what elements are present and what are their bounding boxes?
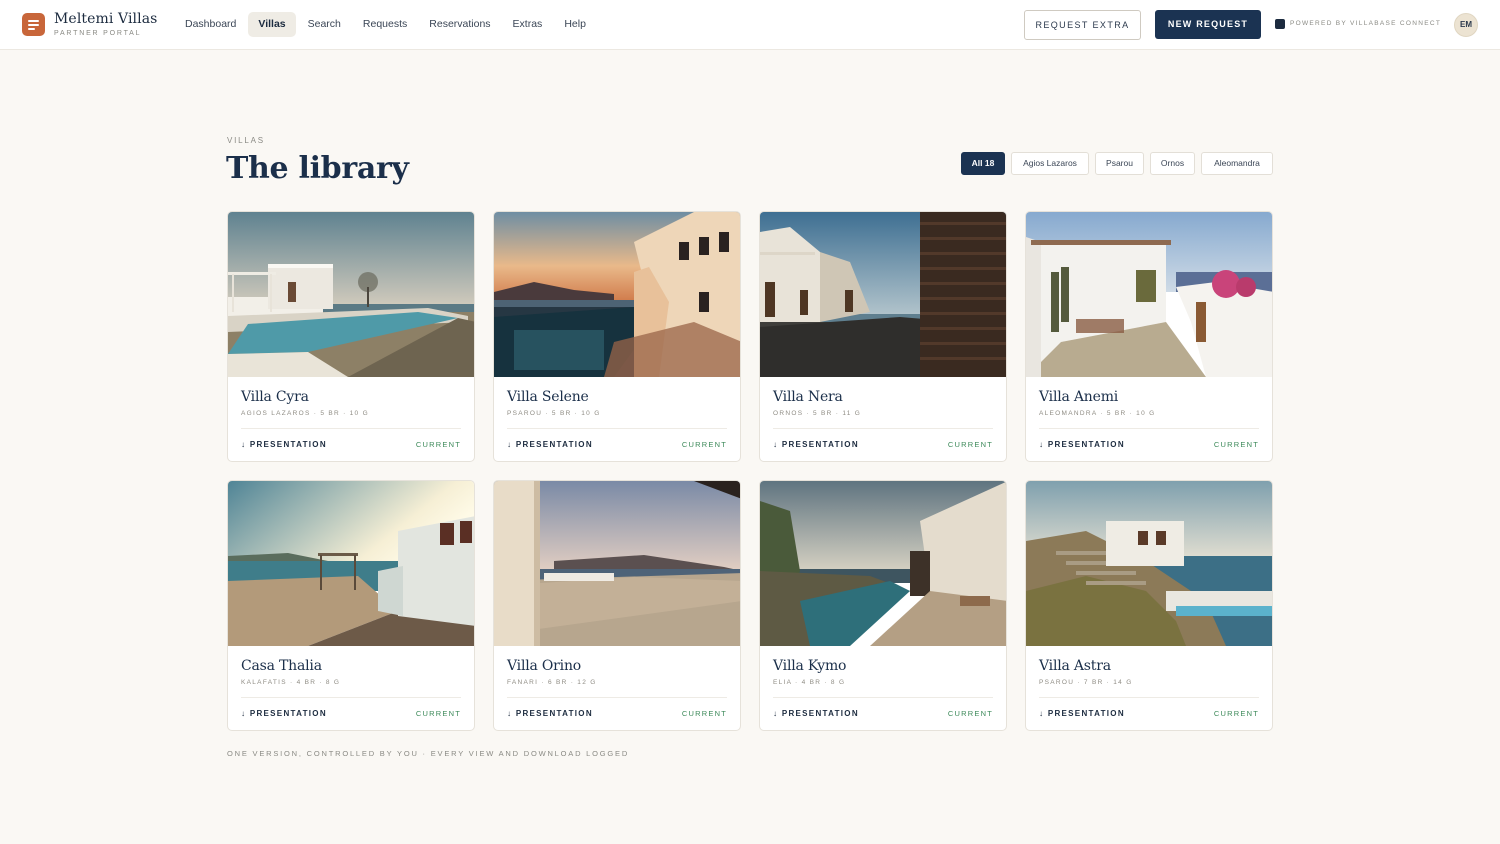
filter-chip-agios-lazaros[interactable]: Agios Lazaros: [1011, 152, 1089, 175]
villa-card[interactable]: Villa Anemi ALEOMANDRA · 5 BR · 10 G ↓ P…: [1025, 211, 1273, 462]
villa-photo: [1026, 481, 1272, 646]
new-request-button[interactable]: NEW REQUEST: [1155, 10, 1261, 39]
villa-card[interactable]: Villa Kymo ELIA · 4 BR · 8 G ↓ PRESENTAT…: [759, 480, 1007, 731]
villa-meta: ELIA · 4 BR · 8 G: [773, 679, 846, 686]
villa-name: Villa Astra: [1039, 658, 1111, 674]
villabase-logo-icon: [1275, 19, 1285, 29]
filter-chip-all[interactable]: All 18: [961, 152, 1005, 175]
status-badge: CURRENT: [947, 709, 993, 718]
download-presentation-link[interactable]: ↓ PRESENTATION: [773, 709, 859, 718]
card-divider: [773, 697, 993, 698]
card-divider: [507, 428, 727, 429]
villa-photo: [494, 481, 740, 646]
villa-photo: [760, 481, 1006, 646]
villa-meta: ALEOMANDRA · 5 BR · 10 G: [1039, 410, 1156, 417]
villa-card[interactable]: Villa Astra PSAROU · 7 BR · 14 G ↓ PRESE…: [1025, 480, 1273, 731]
status-badge: CURRENT: [1213, 440, 1259, 449]
villa-card[interactable]: Villa Nera ORNOS · 5 BR · 11 G ↓ PRESENT…: [759, 211, 1007, 462]
villa-meta: ORNOS · 5 BR · 11 G: [773, 410, 862, 417]
villa-card[interactable]: Villa Cyra AGIOS LAZAROS · 5 BR · 10 G ↓…: [227, 211, 475, 462]
villa-meta: FANARI · 6 BR · 12 G: [507, 679, 597, 686]
villa-card[interactable]: Villa Orino FANARI · 6 BR · 12 G ↓ PRESE…: [493, 480, 741, 731]
status-badge: CURRENT: [415, 709, 461, 718]
download-presentation-link[interactable]: ↓ PRESENTATION: [773, 440, 859, 449]
villa-meta: PSAROU · 5 BR · 10 G: [507, 410, 601, 417]
villa-name: Casa Thalia: [241, 658, 322, 674]
status-badge: CURRENT: [415, 440, 461, 449]
user-avatar[interactable]: EM: [1454, 13, 1478, 37]
request-extra-button[interactable]: REQUEST EXTRA: [1024, 10, 1141, 40]
main-nav: Dashboard Villas Search Requests Reserva…: [175, 12, 596, 37]
audit-footnote: ONE VERSION, CONTROLLED BY YOU · EVERY V…: [227, 749, 630, 758]
villa-meta: KALAFATIS · 4 BR · 8 G: [241, 679, 341, 686]
nav-item-dashboard[interactable]: Dashboard: [175, 12, 246, 37]
brand-name[interactable]: Meltemi Villas: [54, 11, 157, 27]
download-presentation-link[interactable]: ↓ PRESENTATION: [1039, 440, 1125, 449]
villa-photo: [494, 212, 740, 377]
villa-name: Villa Selene: [507, 389, 589, 405]
villa-name: Villa Orino: [507, 658, 581, 674]
card-divider: [241, 697, 461, 698]
download-presentation-link[interactable]: ↓ PRESENTATION: [507, 709, 593, 718]
card-divider: [773, 428, 993, 429]
villa-name: Villa Cyra: [241, 389, 309, 405]
villa-photo: [1026, 212, 1272, 377]
top-bar: Meltemi Villas PARTNER PORTAL Dashboard …: [0, 0, 1500, 50]
filter-chip-ornos[interactable]: Ornos: [1150, 152, 1195, 175]
download-presentation-link[interactable]: ↓ PRESENTATION: [241, 440, 327, 449]
status-badge: CURRENT: [1213, 709, 1259, 718]
villa-name: Villa Nera: [773, 389, 843, 405]
status-badge: CURRENT: [681, 709, 727, 718]
brand-logo-icon[interactable]: [22, 13, 45, 36]
download-presentation-link[interactable]: ↓ PRESENTATION: [241, 709, 327, 718]
filter-chip-psarou[interactable]: Psarou: [1095, 152, 1144, 175]
nav-item-search[interactable]: Search: [298, 12, 351, 37]
card-divider: [1039, 697, 1259, 698]
villa-meta: PSAROU · 7 BR · 14 G: [1039, 679, 1133, 686]
nav-item-requests[interactable]: Requests: [353, 12, 417, 37]
powered-by-label: POWERED BY VILLABASE CONNECT: [1290, 20, 1442, 27]
villa-card[interactable]: Villa Selene PSAROU · 5 BR · 10 G ↓ PRES…: [493, 211, 741, 462]
nav-item-reservations[interactable]: Reservations: [419, 12, 500, 37]
card-divider: [507, 697, 727, 698]
villa-photo: [760, 212, 1006, 377]
nav-item-extras[interactable]: Extras: [503, 12, 553, 37]
card-divider: [241, 428, 461, 429]
villa-name: Villa Anemi: [1039, 389, 1119, 405]
section-eyebrow: VILLAS: [227, 136, 265, 145]
villa-photo: [228, 212, 474, 377]
page-title: The library: [226, 151, 409, 186]
card-divider: [1039, 428, 1259, 429]
villa-name: Villa Kymo: [773, 658, 847, 674]
nav-item-help[interactable]: Help: [554, 12, 596, 37]
brand-subtitle: PARTNER PORTAL: [54, 30, 142, 37]
status-badge: CURRENT: [681, 440, 727, 449]
villa-photo: [228, 481, 474, 646]
status-badge: CURRENT: [947, 440, 993, 449]
villa-meta: AGIOS LAZAROS · 5 BR · 10 G: [241, 410, 369, 417]
villa-card[interactable]: Casa Thalia KALAFATIS · 4 BR · 8 G ↓ PRE…: [227, 480, 475, 731]
filter-chip-aleomandra[interactable]: Aleomandra: [1201, 152, 1273, 175]
download-presentation-link[interactable]: ↓ PRESENTATION: [1039, 709, 1125, 718]
nav-item-villas[interactable]: Villas: [248, 12, 296, 37]
download-presentation-link[interactable]: ↓ PRESENTATION: [507, 440, 593, 449]
